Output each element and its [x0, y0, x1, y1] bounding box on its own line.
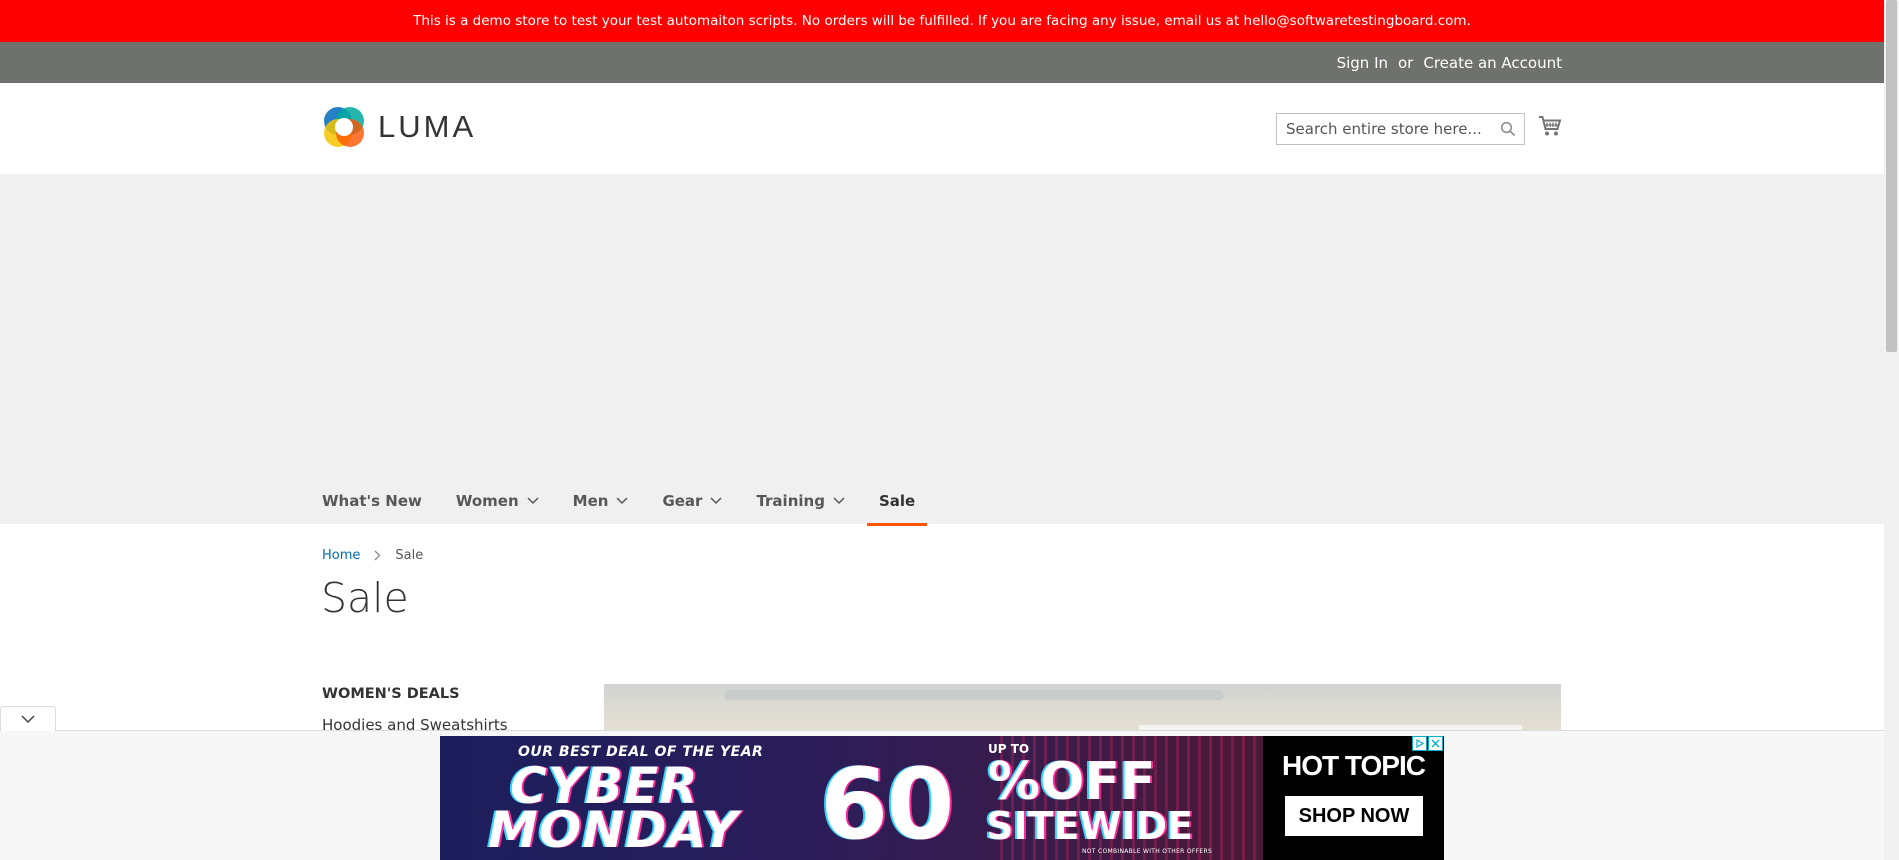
nav-item-sale[interactable]: Sale — [866, 480, 928, 526]
ad-choices-button[interactable] — [1412, 736, 1427, 751]
cyber-monday-ad[interactable]: OUR BEST DEAL OF THE YEAR CYBER MONDAY U… — [440, 736, 1444, 860]
ad-fine-print: NOT COMBINABLE WITH OTHER OFFERS — [1082, 848, 1213, 855]
ad-percent-off: %OFF — [988, 752, 1156, 812]
site-header: LUMA — [0, 83, 1884, 174]
sidebar-section-title: WOMEN'S DEALS — [322, 686, 460, 702]
navigation-area: What's New Women Men Gear Training Sale — [0, 174, 1884, 526]
search-box — [1276, 113, 1525, 145]
ad-choices-icon — [1416, 739, 1424, 748]
search-button[interactable] — [1500, 121, 1516, 141]
ad-brand-panel: HOT TOPIC SHOP NOW — [1263, 736, 1444, 860]
page-scrollbar[interactable] — [1884, 0, 1899, 860]
nav-item-label: Men — [572, 492, 609, 510]
banner-sky-shape — [724, 690, 1224, 700]
breadcrumb-current: Sale — [395, 548, 424, 563]
chevron-down-icon — [21, 714, 35, 723]
account-bar: Sign In or Create an Account — [0, 42, 1884, 83]
nav-item-label: What's New — [322, 492, 422, 510]
luma-logo[interactable]: LUMA — [322, 105, 476, 149]
chevron-down-icon — [833, 497, 845, 505]
luma-logo-icon — [324, 107, 364, 147]
or-separator: or — [1398, 53, 1414, 72]
close-icon — [1431, 739, 1440, 748]
logo-wordmark: LUMA — [378, 109, 477, 144]
page-title: Sale — [321, 574, 409, 622]
chevron-down-icon — [527, 497, 539, 505]
nav-item-label: Sale — [878, 492, 916, 510]
demo-notice-bar: This is a demo store to test your test a… — [0, 0, 1884, 42]
ad-discount-number: 60 — [820, 748, 954, 860]
ad-bar-collapse-toggle[interactable] — [0, 706, 56, 731]
nav-item-gear[interactable]: Gear — [662, 480, 722, 522]
nav-item-training[interactable]: Training — [756, 480, 845, 522]
nav-item-label: Training — [756, 492, 825, 510]
account-links: Sign In or Create an Account — [1337, 42, 1562, 83]
ad-shop-now-button[interactable]: SHOP NOW — [1285, 796, 1423, 836]
ad-sitewide: SITEWIDE — [986, 804, 1193, 848]
cart-icon — [1539, 116, 1562, 136]
page: This is a demo store to test your test a… — [0, 0, 1884, 860]
breadcrumb: Home Sale — [322, 548, 423, 563]
chevron-down-icon — [710, 497, 722, 505]
scrollbar-thumb[interactable] — [1886, 0, 1897, 352]
ad-brand-logo: HOT TOPIC — [1282, 750, 1426, 781]
minicart-button[interactable] — [1538, 115, 1562, 141]
search-input[interactable] — [1277, 114, 1496, 144]
sale-promo-banner-image[interactable] — [604, 684, 1561, 734]
ad-headline-monday: MONDAY — [488, 801, 739, 859]
nav-item-label: Gear — [662, 492, 703, 510]
ad-controls — [1412, 736, 1443, 751]
chevron-down-icon — [616, 497, 628, 505]
create-account-link[interactable]: Create an Account — [1423, 54, 1562, 72]
demo-notice-text: This is a demo store to test your test a… — [413, 13, 1471, 29]
nav-item-women[interactable]: Women — [456, 480, 539, 522]
sign-in-link[interactable]: Sign In — [1337, 54, 1388, 72]
search-icon — [1500, 121, 1516, 137]
main-navigation: What's New Women Men Gear Training Sale — [322, 480, 961, 526]
nav-item-men[interactable]: Men — [573, 480, 629, 522]
chevron-right-icon — [374, 550, 381, 561]
ad-close-button[interactable] — [1428, 736, 1443, 751]
breadcrumb-home-link[interactable]: Home — [322, 548, 360, 563]
nav-item-label: Women — [455, 492, 519, 510]
nav-item-whats-new[interactable]: What's New — [322, 480, 422, 522]
